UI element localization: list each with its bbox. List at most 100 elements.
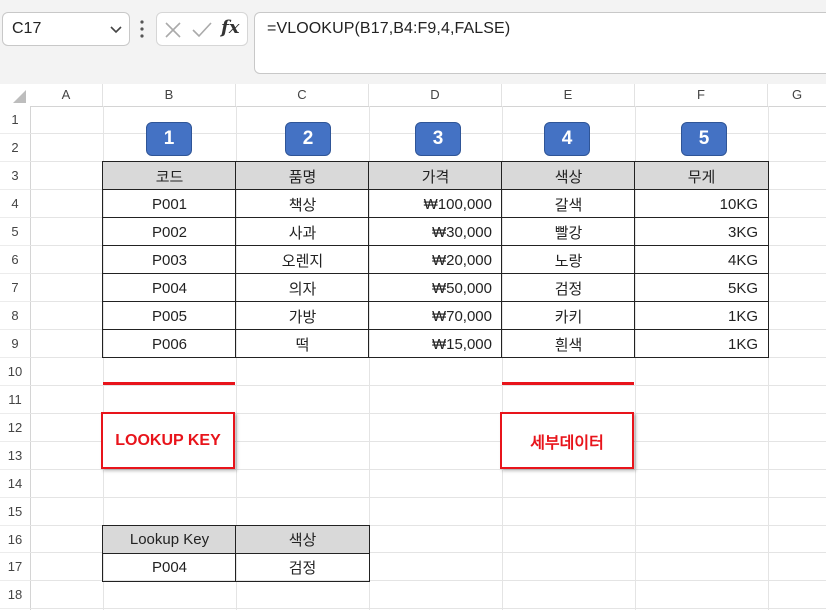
select-all-corner[interactable] (0, 84, 30, 106)
more-options-icon[interactable] (139, 17, 145, 41)
table-header-product[interactable]: 품명 (236, 162, 369, 190)
column-header-d[interactable]: D (369, 84, 502, 106)
table-cell-price[interactable]: ₩20,000 (369, 246, 502, 274)
table-cell-product[interactable]: 사과 (236, 218, 369, 246)
cancel-icon[interactable] (163, 20, 183, 40)
table-cell-code[interactable]: P003 (103, 246, 236, 274)
table-cell-product[interactable]: 떡 (236, 330, 369, 358)
row-header-8[interactable]: 8 (0, 302, 30, 330)
table-cell-color[interactable]: 검정 (502, 274, 635, 302)
table-cell-weight[interactable]: 4KG (635, 246, 768, 274)
column-header-b[interactable]: B (103, 84, 236, 106)
lookup-result-cell[interactable]: 검정 (236, 553, 369, 581)
row-header-10[interactable]: 10 (0, 358, 30, 386)
name-box-value: C17 (12, 20, 42, 37)
formula-text: =VLOOKUP(B17,B4:F9,4,FALSE) (267, 20, 511, 37)
table-cell-product[interactable]: 가방 (236, 302, 369, 330)
lookup-header-key[interactable]: Lookup Key (103, 526, 236, 553)
table-row-line (102, 245, 769, 246)
column-header-f[interactable]: F (635, 84, 768, 106)
table-cell-price[interactable]: ₩50,000 (369, 274, 502, 302)
table-header-code[interactable]: 코드 (103, 162, 236, 190)
enter-check-icon[interactable] (191, 20, 213, 40)
row-header-6[interactable]: 6 (0, 246, 30, 274)
table-column-line (634, 161, 635, 358)
table-cell-code[interactable]: P004 (103, 274, 236, 302)
column-number-badge-3: 3 (415, 122, 461, 156)
row-header-14[interactable]: 14 (0, 470, 30, 498)
name-box[interactable]: C17 (2, 12, 130, 46)
lookup-key-label: LOOKUP KEY (101, 412, 235, 469)
row-header-12[interactable]: 12 (0, 414, 30, 442)
table-cell-weight[interactable]: 1KG (635, 302, 768, 330)
column-number-badge-4: 4 (544, 122, 590, 156)
table-cell-code[interactable]: P005 (103, 302, 236, 330)
table-cell-price[interactable]: ₩100,000 (369, 190, 502, 218)
lookup-header-color[interactable]: 색상 (236, 526, 369, 553)
table-header-price[interactable]: 가격 (369, 162, 502, 190)
column-header-c[interactable]: C (236, 84, 369, 106)
table-cell-product[interactable]: 책상 (236, 190, 369, 218)
grid-line (30, 497, 826, 498)
lookup-table-divider (102, 553, 370, 554)
table-row-line (102, 189, 769, 190)
table-column-line (368, 161, 369, 358)
table-row-line (102, 273, 769, 274)
table-column-line (501, 161, 502, 358)
row-header-18[interactable]: 18 (0, 581, 30, 609)
table-header-color[interactable]: 색상 (502, 162, 635, 190)
row-header-3[interactable]: 3 (0, 162, 30, 190)
row-header-1[interactable]: 1 (0, 106, 30, 134)
detail-data-label: 세부데이터 (500, 412, 634, 469)
column-header-a[interactable]: A (30, 84, 103, 106)
table-cell-color[interactable]: 갈색 (502, 190, 635, 218)
column-header-g[interactable]: G (768, 84, 826, 106)
column-header-e[interactable]: E (502, 84, 635, 106)
table-cell-price[interactable]: ₩70,000 (369, 302, 502, 330)
row-header-4[interactable]: 4 (0, 190, 30, 218)
row-header-11[interactable]: 11 (0, 386, 30, 414)
table-cell-weight[interactable]: 1KG (635, 330, 768, 358)
row-header-5[interactable]: 5 (0, 218, 30, 246)
table-cell-color[interactable]: 노랑 (502, 246, 635, 274)
row-header-2[interactable]: 2 (0, 134, 30, 162)
table-cell-color[interactable]: 카키 (502, 302, 635, 330)
table-cell-weight[interactable]: 3KG (635, 218, 768, 246)
table-cell-weight[interactable]: 5KG (635, 274, 768, 302)
table-cell-color[interactable]: 빨강 (502, 218, 635, 246)
column-number-badge-2: 2 (285, 122, 331, 156)
row-header-17[interactable]: 17 (0, 553, 30, 581)
table-cell-price[interactable]: ₩30,000 (369, 218, 502, 246)
grid-line (30, 385, 826, 386)
row-header-7[interactable]: 7 (0, 274, 30, 302)
row-header-15[interactable]: 15 (0, 498, 30, 526)
table-cell-product[interactable]: 의자 (236, 274, 369, 302)
detail-data-underline (502, 382, 634, 385)
table-header-weight[interactable]: 무게 (635, 162, 768, 190)
insert-function-icon[interactable]: fx (221, 17, 239, 38)
grid-line (768, 106, 769, 610)
grid-line (30, 608, 826, 609)
lookup-key-cell[interactable]: P004 (103, 553, 236, 581)
row-header-13[interactable]: 13 (0, 442, 30, 470)
lookup-key-underline (103, 382, 235, 385)
table-cell-color[interactable]: 흰색 (502, 330, 635, 358)
table-column-line (235, 161, 236, 358)
formula-buttons: fx (156, 12, 248, 46)
grid-line (30, 469, 826, 470)
table-cell-price[interactable]: ₩15,000 (369, 330, 502, 358)
table-row-line (102, 301, 769, 302)
chevron-down-icon[interactable] (109, 22, 123, 36)
formula-input[interactable]: =VLOOKUP(B17,B4:F9,4,FALSE) (254, 12, 826, 74)
row-header-16[interactable]: 16 (0, 526, 30, 553)
table-cell-product[interactable]: 오렌지 (236, 246, 369, 274)
row-header-9[interactable]: 9 (0, 330, 30, 358)
formula-bar-area: C17 fx =VLOOKUP(B17,B4:F9,4,FALSE) (0, 0, 826, 84)
table-cell-weight[interactable]: 10KG (635, 190, 768, 218)
table-cell-code[interactable]: P002 (103, 218, 236, 246)
column-number-badge-5: 5 (681, 122, 727, 156)
table-row-line (102, 217, 769, 218)
table-cell-code[interactable]: P001 (103, 190, 236, 218)
column-number-badge-1: 1 (146, 122, 192, 156)
table-cell-code[interactable]: P006 (103, 330, 236, 358)
